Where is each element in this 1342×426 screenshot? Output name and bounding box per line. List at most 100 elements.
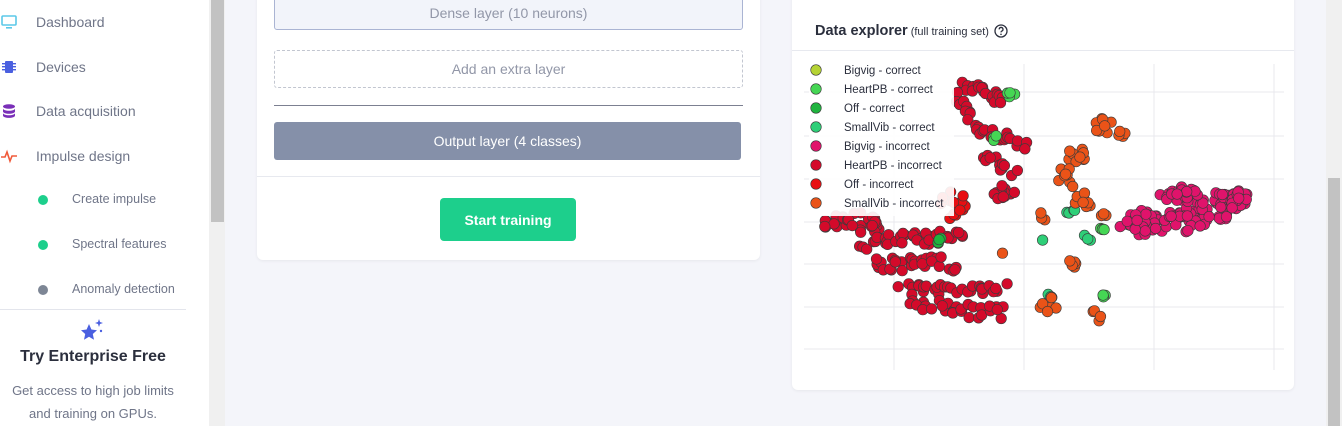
promo-text-line: Get access to high job limits <box>12 383 174 398</box>
data-point <box>1078 187 1091 199</box>
data-point <box>819 220 831 233</box>
legend-label[interactable]: Bigvig - correct <box>844 65 921 77</box>
data-point <box>1008 186 1020 198</box>
legend-label[interactable]: Off - correct <box>844 103 905 115</box>
data-point <box>1001 278 1013 290</box>
sidebar-scrollbar-thumb[interactable] <box>211 0 224 222</box>
explorer-subtitle: (full training set) <box>910 26 989 38</box>
data-point <box>1094 310 1107 323</box>
add-layer-button[interactable]: Add an extra layer <box>274 50 743 88</box>
layer-divider <box>274 105 743 106</box>
legend-marker[interactable] <box>810 178 822 190</box>
legend-label[interactable]: HeartPB - correct <box>844 84 934 96</box>
page-scrollbar-thumb[interactable] <box>1328 178 1340 426</box>
data-point <box>998 159 1010 172</box>
data-point <box>953 226 965 239</box>
status-dot <box>38 195 48 205</box>
data-point <box>954 204 966 216</box>
legend-marker[interactable] <box>810 197 822 209</box>
output-layer-block[interactable]: Output layer (4 classes) <box>274 122 741 160</box>
sidebar-item-label: Impulse design <box>36 148 131 164</box>
data-point <box>1099 120 1111 132</box>
pulse-icon <box>0 147 18 165</box>
data-point <box>1077 196 1089 208</box>
data-point <box>1064 255 1076 267</box>
data-point <box>1060 168 1072 180</box>
legend-marker[interactable] <box>810 159 822 171</box>
sidebar-subitem-label: Create impulse <box>72 192 157 206</box>
sidebar-item-label: Devices <box>36 59 86 75</box>
status-dot <box>38 240 48 250</box>
data-point <box>1150 222 1162 235</box>
chart-legend: Bigvig - correct HeartPB - correct Off - c… <box>809 64 954 216</box>
data-point <box>1004 87 1016 99</box>
data-point <box>996 180 1008 192</box>
data-point <box>936 300 948 312</box>
data-point <box>1139 225 1151 237</box>
promo-text-line: and training on GPUs. <box>29 406 157 421</box>
data-point <box>957 190 969 202</box>
sidebar-item-label: Dashboard <box>36 14 105 30</box>
data-point <box>933 234 945 246</box>
status-dot <box>38 285 48 295</box>
data-point <box>990 282 1002 294</box>
data-point <box>1216 188 1228 201</box>
legend-label[interactable]: HeartPB - incorrect <box>844 160 943 172</box>
data-explorer-card: Data explorer (full training set) Bigvig … <box>792 0 1294 390</box>
data-point <box>1131 214 1143 226</box>
monitor-icon <box>0 13 18 31</box>
legend-label[interactable]: Off - incorrect <box>844 179 914 191</box>
data-point <box>870 253 883 265</box>
legend-marker[interactable] <box>810 83 822 95</box>
data-point <box>1082 233 1094 245</box>
data-point <box>949 264 961 276</box>
legend-marker[interactable] <box>810 121 822 133</box>
data-point <box>846 220 858 232</box>
data-point <box>1140 208 1152 220</box>
legend-marker[interactable] <box>810 140 822 152</box>
explorer-header: Data explorer (full training set) <box>815 22 1008 40</box>
data-point <box>828 218 840 230</box>
chip-icon <box>0 58 18 76</box>
data-point <box>1035 207 1047 219</box>
legend-label[interactable]: Bigvig - incorrect <box>844 141 930 153</box>
data-point <box>897 227 909 239</box>
nn-settings-card: Dense layer (10 neurons) Add an extra la… <box>257 0 760 260</box>
data-point <box>1121 215 1133 227</box>
explorer-title: Data explorer <box>815 23 908 39</box>
data-point <box>1064 145 1076 157</box>
data-point <box>1181 210 1194 222</box>
data-point <box>1226 202 1238 214</box>
data-point <box>1165 210 1177 222</box>
dense-layer-block[interactable]: Dense layer (10 neurons) <box>274 0 743 30</box>
data-point <box>866 220 878 232</box>
data-point <box>1182 225 1194 237</box>
card-divider <box>257 176 760 177</box>
legend-label[interactable]: SmallVib - incorrect <box>844 198 944 210</box>
promo-text: Get access to high job limits and traini… <box>0 379 186 425</box>
legend-label[interactable]: SmallVib - correct <box>844 122 935 134</box>
data-point <box>1171 188 1183 200</box>
promo-title: Try Enterprise Free <box>20 348 166 365</box>
data-point <box>1114 125 1126 138</box>
data-point <box>1215 201 1227 213</box>
sidebar: Dashboard Devices Data acquisition Impul… <box>0 0 209 426</box>
data-point <box>889 256 901 268</box>
sparkle-star-icon <box>81 319 103 340</box>
legend-marker[interactable] <box>810 102 822 114</box>
data-point <box>925 303 938 315</box>
data-point <box>1019 143 1031 155</box>
sidebar-subitem-label: Spectral features <box>72 237 167 251</box>
start-training-button[interactable]: Start training <box>440 198 576 241</box>
help-icon[interactable] <box>994 24 1008 38</box>
sidebar-item-label: Data acquisition <box>36 103 136 119</box>
data-point <box>896 237 908 249</box>
data-point <box>935 251 947 263</box>
legend-marker[interactable] <box>810 64 822 76</box>
scatter-plot[interactable]: Bigvig - correct HeartPB - correct Off - c… <box>804 64 1284 370</box>
data-point <box>1067 180 1079 193</box>
data-point <box>991 304 1003 316</box>
data-point <box>996 247 1009 259</box>
sidebar-subitem-label: Anomaly detection <box>72 282 175 296</box>
data-point <box>997 191 1009 203</box>
